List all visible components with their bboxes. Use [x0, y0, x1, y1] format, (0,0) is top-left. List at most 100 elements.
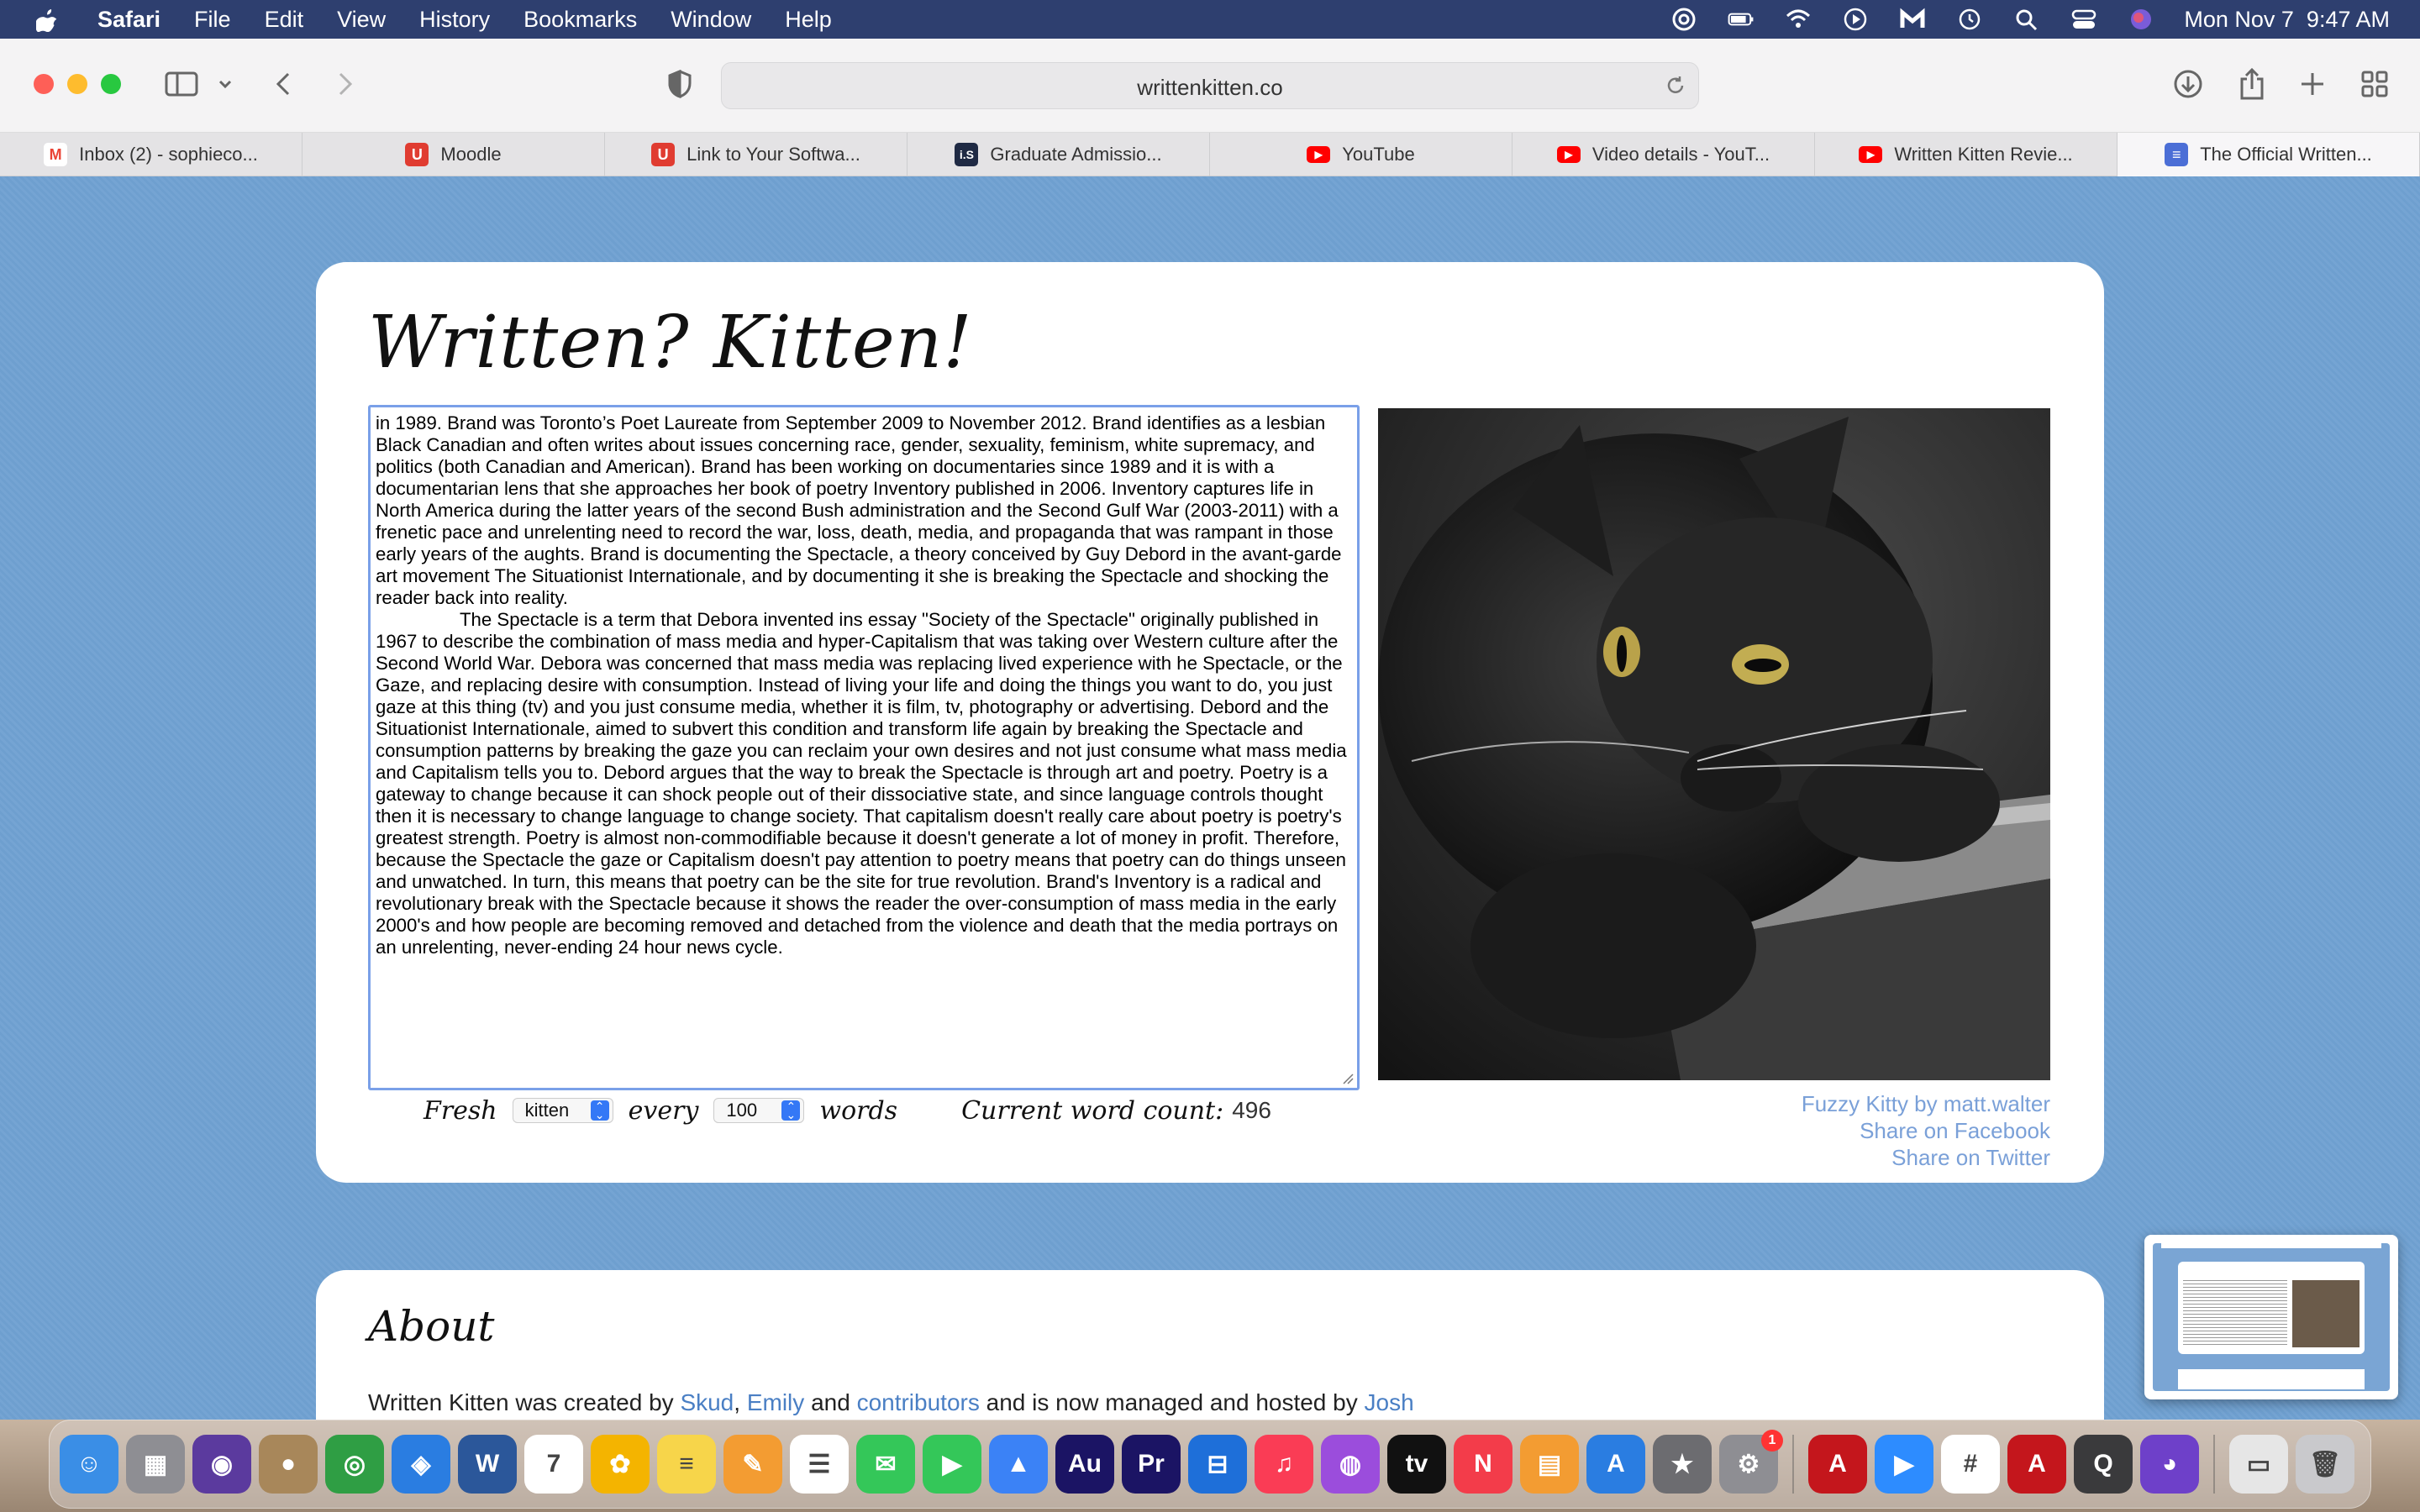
tab-label: YouTube: [1342, 144, 1415, 165]
resize-handle-icon[interactable]: [1342, 1073, 1354, 1084]
quicktime-icon[interactable]: Q: [2074, 1435, 2133, 1494]
malwarebytes-icon[interactable]: [1898, 7, 1927, 32]
screenshot-preview: [2153, 1243, 2390, 1391]
battery-icon[interactable]: [1727, 7, 1755, 32]
menu-clock[interactable]: Mon Nov 7 9:47 AM: [2184, 7, 2390, 33]
chrome-icon[interactable]: ◎: [325, 1435, 384, 1494]
tab-software-link[interactable]: U Link to Your Softwa...: [605, 133, 908, 176]
siri-status-icon[interactable]: [2127, 7, 2155, 32]
minimize-window-button[interactable]: [67, 74, 87, 94]
tab-written-kitten-review[interactable]: ▶ Written Kitten Revie...: [1815, 133, 2118, 176]
youtube-icon: ▶: [1307, 146, 1331, 163]
fullscreen-window-button[interactable]: [101, 74, 121, 94]
acrobat-reader-icon[interactable]: A: [2007, 1435, 2066, 1494]
time-machine-icon[interactable]: [1955, 7, 1984, 32]
appletv-icon[interactable]: tv: [1387, 1435, 1446, 1494]
acrobat-icon[interactable]: A: [1808, 1435, 1867, 1494]
contacts-icon[interactable]: ●: [259, 1435, 318, 1494]
menu-edit[interactable]: Edit: [265, 7, 304, 33]
photo-credit-link[interactable]: Fuzzy Kitty by matt.walter: [1802, 1091, 2050, 1116]
writing-textarea[interactable]: in 1989. Brand was Toronto’s Poet Laurea…: [368, 405, 1360, 1090]
downloads-icon[interactable]: [2171, 64, 2205, 104]
tab-graduate-admissions[interactable]: i.S Graduate Admissio...: [908, 133, 1210, 176]
reload-icon[interactable]: [1665, 75, 1686, 101]
back-button[interactable]: [271, 64, 296, 104]
tab-video-details[interactable]: ▶ Video details - YouT...: [1512, 133, 1815, 176]
trash-icon[interactable]: 🗑: [2296, 1435, 2354, 1494]
control-center-icon[interactable]: [2070, 7, 2098, 32]
dock-separator: [2213, 1435, 2215, 1494]
photos-icon[interactable]: ✿: [591, 1435, 650, 1494]
josh-link[interactable]: Josh: [1365, 1389, 1414, 1415]
reminders-icon[interactable]: ☰: [790, 1435, 849, 1494]
close-window-button[interactable]: [34, 74, 54, 94]
keynote-icon[interactable]: ▲: [989, 1435, 1048, 1494]
emily-link[interactable]: Emily: [747, 1389, 804, 1415]
kitten-photo: [1378, 408, 2050, 1080]
words-label: words: [819, 1095, 898, 1126]
share-twitter-link[interactable]: Share on Twitter: [1891, 1145, 2050, 1170]
news-icon[interactable]: N: [1454, 1435, 1512, 1494]
forward-button[interactable]: [333, 64, 358, 104]
wifi-icon[interactable]: [1784, 7, 1812, 32]
capcut-icon[interactable]: ⊟: [1188, 1435, 1247, 1494]
github-icon[interactable]: ◕: [2140, 1435, 2199, 1494]
menu-app-name[interactable]: Safari: [97, 7, 160, 33]
pages-icon[interactable]: ✎: [723, 1435, 782, 1494]
menu-view[interactable]: View: [337, 7, 386, 33]
siri-icon[interactable]: ◉: [192, 1435, 251, 1494]
word-icon[interactable]: W: [458, 1435, 517, 1494]
books-icon[interactable]: ▤: [1520, 1435, 1579, 1494]
premiere-icon[interactable]: Pr: [1122, 1435, 1181, 1494]
menu-history[interactable]: History: [419, 7, 490, 33]
new-tab-icon[interactable]: [2296, 64, 2329, 104]
preview-icon[interactable]: ▭: [2229, 1435, 2288, 1494]
launchpad-icon[interactable]: ▦: [126, 1435, 185, 1494]
spotlight-search-icon[interactable]: [2012, 7, 2041, 32]
tab-overview-icon[interactable]: [2358, 64, 2391, 104]
animal-select[interactable]: kitten ⌃ ⌄: [512, 1098, 613, 1123]
address-bar[interactable]: writtenkitten.co: [721, 62, 1699, 109]
messages-icon[interactable]: ✉: [856, 1435, 915, 1494]
dock-separator: [1792, 1435, 1794, 1494]
about-title: About: [368, 1302, 495, 1351]
word-interval-select[interactable]: 100 ⌃ ⌄: [713, 1098, 805, 1123]
tab-moodle[interactable]: U Moodle: [302, 133, 605, 176]
zoom-icon[interactable]: ▶: [1875, 1435, 1933, 1494]
creative-cloud-icon[interactable]: [1670, 7, 1698, 32]
url-text[interactable]: writtenkitten.co: [722, 75, 1698, 101]
music-icon[interactable]: ♫: [1255, 1435, 1313, 1494]
site-title: Written? Kitten!: [368, 301, 973, 385]
screenshot-thumbnail[interactable]: [2144, 1235, 2398, 1399]
system-preferences-icon[interactable]: ⚙ 1: [1719, 1430, 1783, 1494]
notes-icon[interactable]: ≡: [657, 1435, 716, 1494]
apple-menu-icon[interactable]: [30, 3, 64, 36]
tab-official-written-kitten[interactable]: ≡ The Official Written...: [2118, 133, 2420, 176]
fresh-label: Fresh: [424, 1095, 497, 1126]
tab-gmail[interactable]: M Inbox (2) - sophieco...: [0, 133, 302, 176]
skud-link[interactable]: Skud: [680, 1389, 734, 1415]
sidebar-toggle-icon[interactable]: [163, 64, 200, 104]
tab-youtube[interactable]: ▶ YouTube: [1210, 133, 1512, 176]
share-facebook-link[interactable]: Share on Facebook: [1860, 1118, 2050, 1143]
photo-links: Fuzzy Kitty by matt.walter Share on Face…: [1802, 1090, 2050, 1171]
chevron-down-icon[interactable]: [215, 64, 235, 104]
podcasts-icon[interactable]: ◍: [1321, 1435, 1380, 1494]
menu-file[interactable]: File: [194, 7, 231, 33]
menu-help[interactable]: Help: [785, 7, 832, 33]
finder-icon[interactable]: ☺: [60, 1435, 118, 1494]
slack-icon[interactable]: #: [1941, 1435, 2000, 1494]
safari-icon[interactable]: ◈: [392, 1435, 450, 1494]
privacy-shield-icon[interactable]: [666, 64, 694, 104]
calendar-icon[interactable]: 7: [524, 1435, 583, 1494]
imovie-icon[interactable]: ★: [1653, 1435, 1712, 1494]
now-playing-icon[interactable]: [1841, 7, 1870, 32]
docs-icon: ≡: [2165, 143, 2189, 166]
audition-icon[interactable]: Au: [1055, 1435, 1114, 1494]
menu-bookmarks[interactable]: Bookmarks: [523, 7, 637, 33]
facetime-icon[interactable]: ▶: [923, 1435, 981, 1494]
share-icon[interactable]: [2235, 64, 2269, 104]
contributors-link[interactable]: contributors: [857, 1389, 980, 1415]
menu-window[interactable]: Window: [671, 7, 751, 33]
appstore-icon[interactable]: A: [1586, 1435, 1645, 1494]
